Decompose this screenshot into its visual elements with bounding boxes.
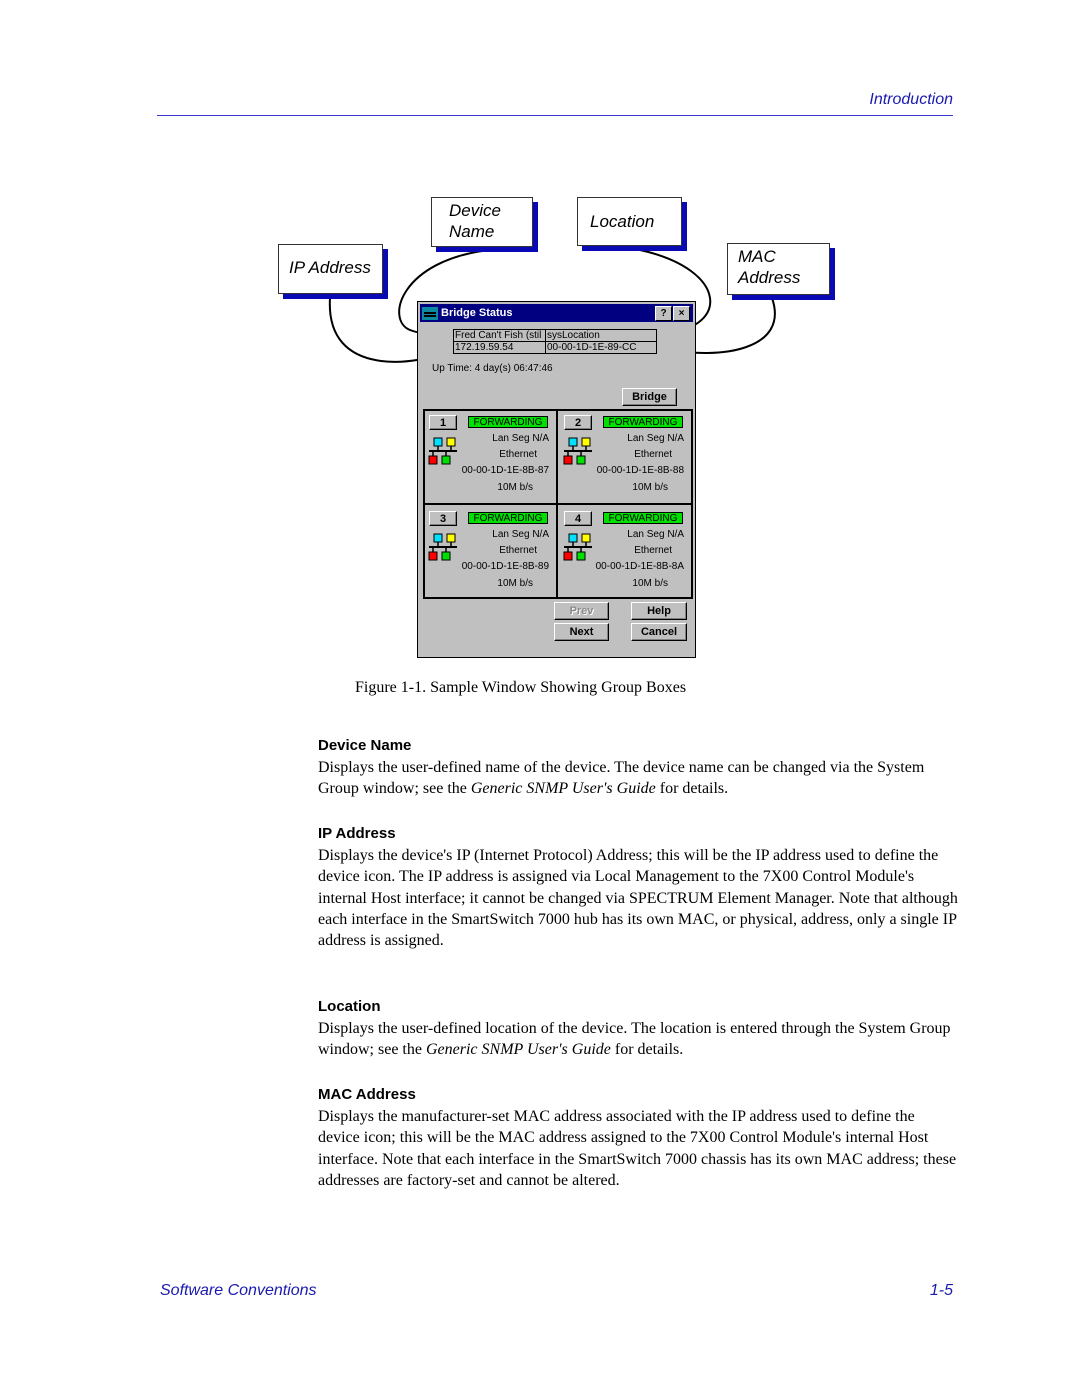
callout-ip-address: IP Address [278,244,383,294]
body-text: Displays the device's IP (Internet Proto… [318,847,958,950]
port-speed: 10M b/s [497,578,533,589]
port-panel: 1 FORWARDING Lan Seg N/A Ethernet 00-00-… [425,411,557,505]
close-button[interactable]: × [673,306,690,321]
section-heading-device-name: Device Name [318,737,412,754]
section-body-mac-address: Displays the manufacturer-set MAC addres… [318,1106,958,1191]
page-number: 1-5 [929,1282,953,1299]
cancel-button[interactable]: Cancel [631,623,687,641]
port-mac: 00-00-1D-1E-8B-8A [595,561,684,572]
callout-mac-address: MAC Address [727,243,830,295]
port-type: Ethernet [634,449,672,460]
callout-mac-line1: MAC [738,247,776,266]
port-segment: Lan Seg N/A [627,433,684,444]
callout-device-name-line1: Device [449,201,501,220]
running-footer-title: Software Conventions [160,1282,317,1299]
next-button[interactable]: Next [554,623,609,641]
guide-reference: Generic SNMP User's Guide [470,780,656,798]
port-segment: Lan Seg N/A [627,529,684,540]
section-body-location: Displays the user-defined location of th… [318,1018,958,1061]
port-segment: Lan Seg N/A [492,529,549,540]
callout-location-label: Location [590,212,655,231]
figure-caption: Figure 1-1. Sample Window Showing Group … [355,679,687,696]
body-text: Displays the manufacturer-set MAC addres… [318,1108,957,1189]
port-status-badge: FORWARDING [603,416,683,428]
bridge-button[interactable]: Bridge [622,388,677,406]
section-heading-location: Location [318,998,381,1015]
section-heading-mac-address: MAC Address [318,1086,416,1103]
section-heading-ip-address: IP Address [318,825,396,842]
guide-reference: Generic SNMP User's Guide [425,1041,611,1059]
network-segment-icon [563,437,592,465]
port-number-button[interactable]: 4 [564,511,592,526]
port-status-badge: FORWARDING [603,512,683,524]
port-mac: 00-00-1D-1E-8B-88 [596,465,684,476]
port-type: Ethernet [499,545,537,556]
port-speed: 10M b/s [497,482,533,493]
prev-button[interactable]: Prev [554,602,609,620]
bridge-app-icon [422,306,438,320]
section-body-device-name: Displays the user-defined name of the de… [318,757,958,800]
body-text: for details. [655,780,729,798]
section-body-ip-address: Displays the device's IP (Internet Proto… [318,845,958,951]
uptime-label: Up Time: 4 day(s) 06:47:46 [432,363,553,374]
network-segment-icon [428,533,457,561]
callout-mac-line2: Address [738,268,801,287]
port-speed: 10M b/s [632,482,668,493]
network-segment-icon [428,437,457,465]
window-titlebar[interactable]: Bridge Status ? × [420,304,693,322]
callout-device-name: Device Name [431,197,533,247]
callout-device-name-line2: Name [449,222,495,241]
ip-address-field[interactable]: 172.19.59.54 [453,341,546,354]
port-mac: 00-00-1D-1E-8B-87 [461,465,549,476]
port-mac: 00-00-1D-1E-8B-89 [461,561,549,572]
port-panel: 4 FORWARDING Lan Seg N/A Ethernet 00-00-… [560,507,692,601]
ports-group: 1 FORWARDING Lan Seg N/A Ethernet 00-00-… [423,409,693,599]
body-text: for details. [610,1041,684,1059]
mac-address-field[interactable]: 00-00-1D-1E-89-CC [545,341,657,354]
port-panel: 2 FORWARDING Lan Seg N/A Ethernet 00-00-… [560,411,692,505]
bridge-status-window: Bridge Status ? × Fred Can't Fish (stil … [417,301,696,658]
network-segment-icon [563,533,592,561]
port-status-badge: FORWARDING [468,416,548,428]
port-segment: Lan Seg N/A [492,433,549,444]
port-type: Ethernet [499,449,537,460]
port-number-button[interactable]: 3 [429,511,457,526]
port-number-button[interactable]: 2 [564,415,592,430]
port-panel: 3 FORWARDING Lan Seg N/A Ethernet 00-00-… [425,507,557,601]
port-type: Ethernet [634,545,672,556]
port-number-button[interactable]: 1 [429,415,457,430]
port-speed: 10M b/s [632,578,668,589]
help-title-button[interactable]: ? [655,306,672,321]
port-status-badge: FORWARDING [468,512,548,524]
callout-location: Location [577,197,682,246]
window-title: Bridge Status [441,307,513,319]
help-button[interactable]: Help [631,602,687,620]
callout-ip-address-label: IP Address [289,258,371,277]
